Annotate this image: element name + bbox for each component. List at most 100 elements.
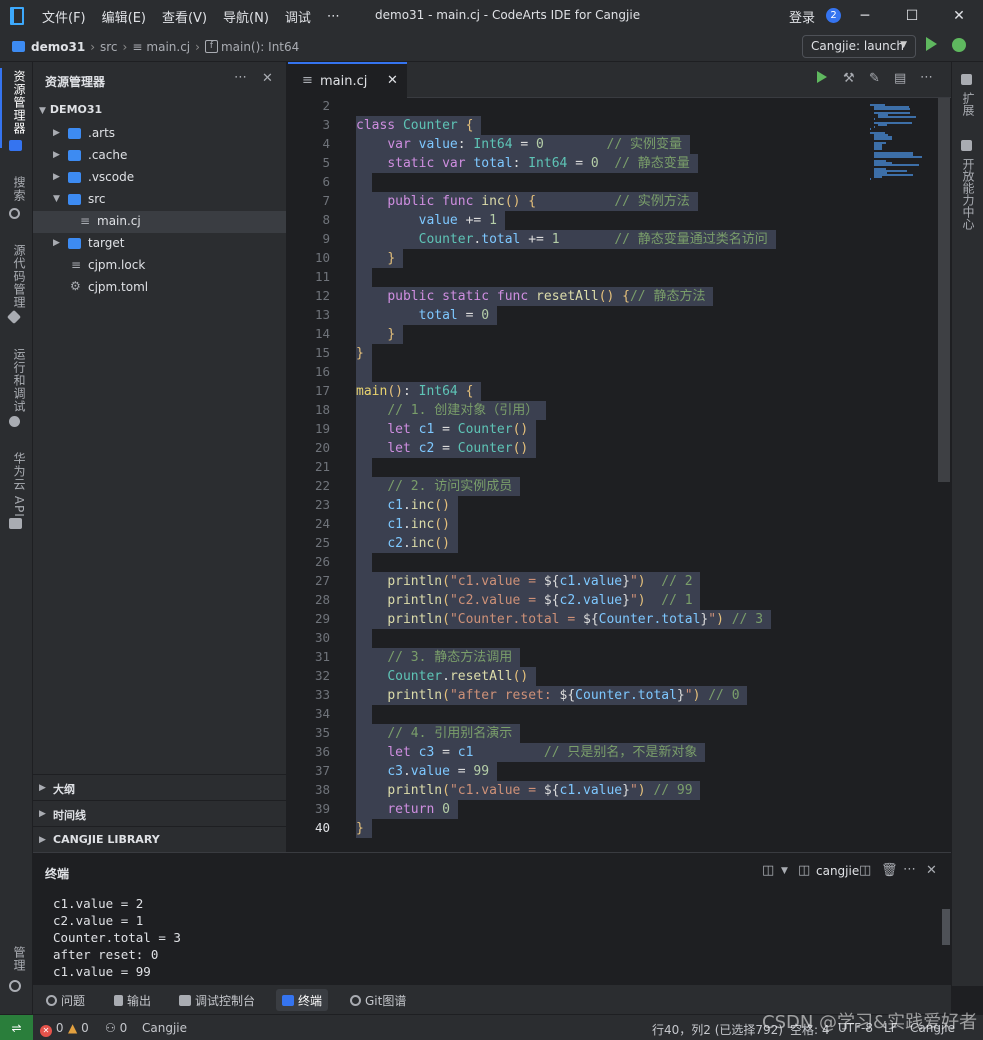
tree-item-main-cj[interactable]: ≡ main.cj: [33, 211, 286, 233]
code-line[interactable]: 23 c1.inc(): [288, 496, 868, 515]
tree-item-src[interactable]: ▼ src: [33, 189, 286, 211]
build-icon[interactable]: ⚒: [843, 71, 855, 86]
warnings-status[interactable]: ▲ 0: [68, 1021, 89, 1035]
menu-file[interactable]: 文件(F): [42, 7, 86, 26]
remote-icon[interactable]: ⇌: [0, 1015, 33, 1040]
code-line[interactable]: 6: [288, 173, 868, 192]
breadcrumb-src[interactable]: src: [100, 40, 118, 54]
activity-explorer[interactable]: 资源管理器: [4, 70, 28, 135]
run-icon[interactable]: [926, 37, 937, 51]
project-status[interactable]: Cangjie: [142, 1021, 187, 1035]
more-icon[interactable]: ⋯: [920, 70, 933, 85]
search-icon[interactable]: [9, 208, 20, 219]
code-line[interactable]: 31 // 3. 静态方法调用: [288, 648, 868, 667]
section-timeline[interactable]: ▶ 时间线: [33, 800, 286, 826]
split-terminal-icon[interactable]: ◫: [762, 863, 774, 878]
source-control-icon[interactable]: [6, 309, 22, 325]
menu-navigate[interactable]: 导航(N): [223, 7, 269, 26]
code-line[interactable]: 2: [288, 98, 868, 116]
editor-scrollbar[interactable]: [938, 98, 950, 852]
code-line[interactable]: 15}: [288, 344, 868, 363]
menu-edit[interactable]: 编辑(E): [102, 7, 146, 26]
code-line[interactable]: 26: [288, 553, 868, 572]
close-icon[interactable]: ✕: [926, 863, 937, 878]
errors-status[interactable]: ✕ 0: [40, 1021, 63, 1037]
activity-run-debug[interactable]: 运行和调试: [4, 348, 28, 413]
code-line[interactable]: 30: [288, 629, 868, 648]
split-editor-icon[interactable]: ▤: [894, 71, 906, 86]
code-line[interactable]: 36 let c3 = c1 // 只是别名，不是新对象: [288, 743, 868, 762]
code-line[interactable]: 21: [288, 458, 868, 477]
code-line[interactable]: 5 static var total: Int64 = 0 // 静态变量: [288, 154, 868, 173]
code-line[interactable]: 18 // 1. 创建对象（引用）: [288, 401, 868, 420]
more-icon[interactable]: ⋯: [234, 70, 247, 85]
code-line[interactable]: 27 println("c1.value = ${c1.value}") // …: [288, 572, 868, 591]
code-line[interactable]: 14 }: [288, 325, 868, 344]
tree-item-cjpm-lock[interactable]: ≡ cjpm.lock: [33, 255, 286, 277]
maximize-icon[interactable]: ☐: [897, 4, 927, 28]
open-capability-icon[interactable]: [961, 140, 972, 151]
activity-extensions[interactable]: 扩展: [960, 92, 977, 116]
scrollbar-thumb[interactable]: [938, 98, 950, 482]
code-line[interactable]: 4 var value: Int64 = 0 // 实例变量: [288, 135, 868, 154]
code-line[interactable]: 28 println("c2.value = ${c2.value}") // …: [288, 591, 868, 610]
code-line[interactable]: 19 let c1 = Counter(): [288, 420, 868, 439]
code-line[interactable]: 33 println("after reset: ${Counter.total…: [288, 686, 868, 705]
menu-view[interactable]: 查看(V): [162, 7, 207, 26]
code-line[interactable]: 9 Counter.total += 1 // 静态变量通过类名访问: [288, 230, 868, 249]
code-line[interactable]: 12 public static func resetAll() {// 静态方…: [288, 287, 868, 306]
api-icon[interactable]: [9, 518, 22, 529]
activity-search[interactable]: 搜索: [4, 176, 28, 202]
code-line[interactable]: 22 // 2. 访问实例成员: [288, 477, 868, 496]
code-line[interactable]: 3 class Counter {: [288, 116, 868, 135]
activity-huawei-api[interactable]: 华为云 API: [4, 452, 28, 518]
code-line[interactable]: 20 let c2 = Counter(): [288, 439, 868, 458]
section-outline[interactable]: ▶ 大纲: [33, 774, 286, 800]
code-line[interactable]: 37 c3.value = 99: [288, 762, 868, 781]
notification-badge[interactable]: 2: [826, 8, 841, 23]
code-line[interactable]: 16: [288, 363, 868, 382]
tree-item-arts[interactable]: ▶ .arts: [33, 123, 286, 145]
close-window-icon[interactable]: ✕: [944, 4, 974, 28]
code-line[interactable]: 38 println("c1.value = ${c1.value}") // …: [288, 781, 868, 800]
code-line[interactable]: 39 return 0: [288, 800, 868, 819]
tab-main-cj[interactable]: ≡ main.cj ✕: [288, 62, 407, 98]
code-line[interactable]: 35 // 4. 引用别名演示: [288, 724, 868, 743]
breadcrumb-project[interactable]: demo31: [31, 40, 85, 54]
login-button[interactable]: 登录: [789, 7, 815, 26]
run-config-select[interactable]: Cangjie: launch ▼: [802, 35, 916, 58]
tab-debug-console[interactable]: 调试控制台: [173, 989, 261, 1011]
gear-icon[interactable]: [9, 980, 21, 992]
code-line[interactable]: 32 Counter.resetAll(): [288, 667, 868, 686]
tree-item-cjpm-toml[interactable]: ⚙ cjpm.toml: [33, 277, 286, 299]
code-line[interactable]: 11: [288, 268, 868, 287]
code-editor[interactable]: 2 3 class Counter { 4 var value: Int64 = …: [288, 98, 951, 852]
split-icon[interactable]: ◫: [859, 863, 871, 878]
code-line[interactable]: 29 println("Counter.total = ${Counter.to…: [288, 610, 868, 629]
tree-item-vscode[interactable]: ▶ .vscode: [33, 167, 286, 189]
code-line[interactable]: 25 c2.inc(): [288, 534, 868, 553]
chevron-down-icon[interactable]: ▼: [781, 866, 788, 876]
more-icon[interactable]: ⋯: [903, 862, 916, 877]
minimize-icon[interactable]: ─: [850, 4, 880, 28]
close-tab-icon[interactable]: ✕: [387, 73, 398, 88]
tab-terminal[interactable]: 终端: [276, 989, 329, 1011]
explorer-icon[interactable]: [9, 140, 22, 151]
activity-open-capability[interactable]: 开放能力中心: [960, 158, 977, 230]
extensions-icon[interactable]: [961, 74, 972, 85]
trash-icon[interactable]: 🗑: [881, 863, 898, 878]
edit-icon[interactable]: ✎: [869, 71, 880, 86]
tab-output[interactable]: 输出: [108, 989, 157, 1011]
close-icon[interactable]: ✕: [262, 71, 273, 86]
menu-debug[interactable]: 调试: [285, 7, 311, 26]
code-line[interactable]: 10 }: [288, 249, 868, 268]
run-file-icon[interactable]: [817, 71, 827, 83]
terminal-scrollbar[interactable]: [942, 909, 950, 945]
activity-manage[interactable]: 管理: [4, 946, 28, 972]
project-root[interactable]: ▼ DEMO31: [39, 103, 102, 116]
breadcrumb-file[interactable]: main.cj: [146, 40, 190, 54]
terminal-icon[interactable]: ◫: [798, 863, 810, 878]
code-line[interactable]: 13 total = 0: [288, 306, 868, 325]
section-cangjie-library[interactable]: ▶ CANGJIE LIBRARY: [33, 826, 286, 852]
breadcrumb-symbol[interactable]: main(): Int64: [221, 40, 299, 54]
